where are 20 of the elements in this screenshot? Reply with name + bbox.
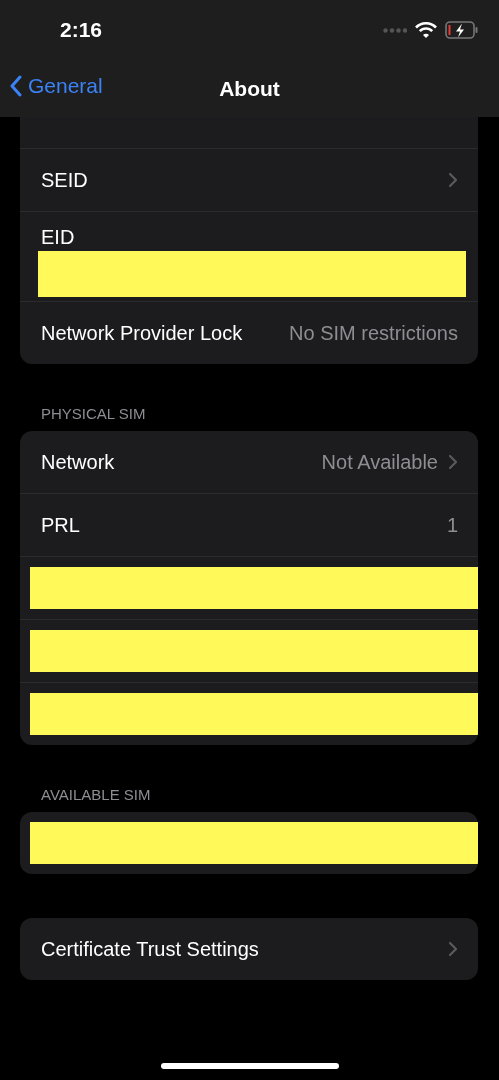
settings-row[interactable]: Certificate Trust Settings [20,918,478,980]
section-header: PHYSICAL SIM [41,405,147,422]
wifi-icon [415,22,437,38]
battery-charging-icon [445,21,479,39]
row-value: No SIM restrictions [289,321,458,345]
section-header: AVAILABLE SIM [41,786,152,803]
settings-row[interactable]: Network Not Available [20,431,478,493]
row-label: EID [40,226,76,249]
settings-row[interactable]: SEID [20,149,478,211]
page-title: About [219,76,280,101]
row-label: PRL [41,513,81,537]
back-button[interactable]: General [10,74,103,98]
signal-icon [383,27,407,33]
row-value: 1 [446,513,458,537]
chevron-icon [448,941,458,957]
status-time: 2:16 [60,18,104,42]
row-label: Network Provider Lock [41,321,244,345]
chevron-icon [448,172,458,188]
back-chevron-icon [10,75,22,97]
chevron-icon [448,454,458,470]
